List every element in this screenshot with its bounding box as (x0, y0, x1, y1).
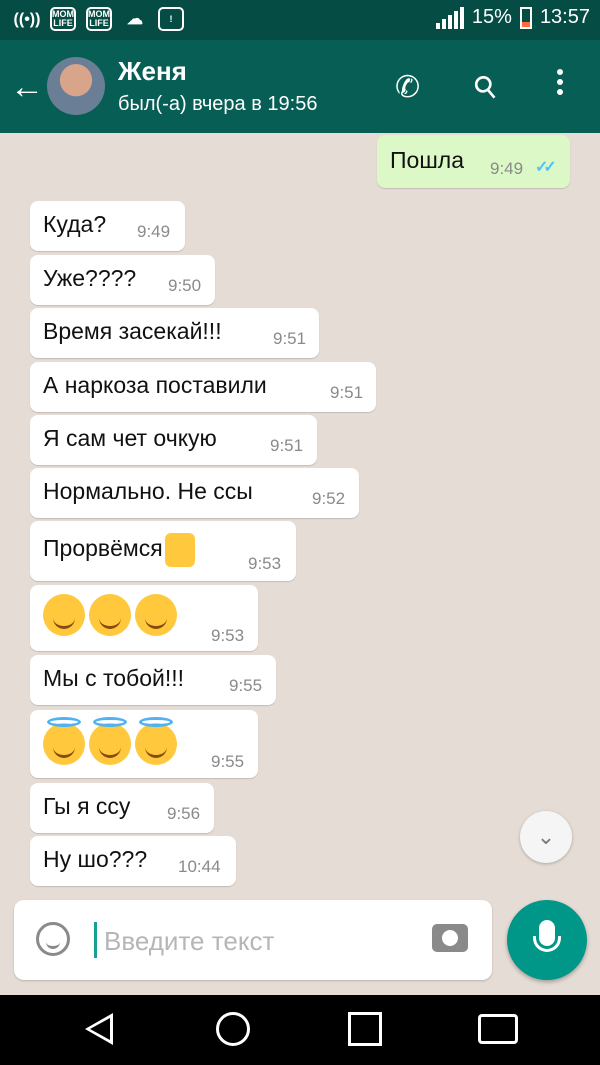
halo-smile-emoji-icon (43, 717, 85, 765)
message-time: 9:51 (270, 436, 304, 455)
read-ticks-icon: ✓✓ (535, 159, 557, 176)
halo-smile-emoji-icon (89, 717, 131, 765)
contact-name[interactable]: Женя (118, 56, 187, 87)
message-time: 10:44 (178, 857, 221, 876)
battery-icon (519, 6, 532, 29)
halo-smile-emoji-icon (135, 717, 177, 765)
tears-of-joy-emoji-icon (135, 594, 177, 636)
message-text: Гы я ссу (43, 793, 131, 819)
message-text: Уже???? (43, 265, 137, 291)
sim2-icon: MOM LIFE (86, 7, 112, 31)
message-bubble[interactable]: Я сам чет очкую 9:51 (30, 415, 317, 465)
message-text: Прорвёмся (43, 533, 195, 567)
back-arrow-icon[interactable]: ← (10, 70, 44, 104)
message-text: Нормально. Не ссы (43, 478, 253, 504)
message-time: 9:50 (168, 276, 202, 295)
more-options-icon[interactable] (555, 65, 565, 99)
tears-of-joy-emoji-icon (89, 594, 131, 636)
message-input[interactable] (102, 918, 426, 964)
camera-icon[interactable] (432, 924, 468, 952)
message-text: Куда? (43, 211, 107, 237)
message-bubble[interactable]: А наркоза поставили 9:51 (30, 362, 376, 412)
sim1-icon: MOM LIFE (50, 7, 76, 31)
nav-home-icon[interactable] (216, 1012, 250, 1046)
message-bubble[interactable]: 9:53 (30, 585, 258, 651)
message-bubble[interactable]: Время засекай!!! 9:51 (30, 308, 319, 358)
status-bar: ((•)) MOM LIFE MOM LIFE ☁ ! 15% 13:57 (0, 0, 600, 40)
microphone-icon (533, 920, 561, 952)
nav-switch-app-icon[interactable] (478, 1014, 518, 1044)
clock: 13:57 (539, 6, 590, 28)
double-chevron-down-icon: ⌄ (536, 824, 556, 849)
message-bubble[interactable]: Куда? 9:49 (30, 201, 185, 251)
message-text: Пошла (390, 147, 464, 173)
message-bubble[interactable]: Гы я ссу 9:56 (30, 783, 214, 833)
message-text: Я сам чет очкую (43, 425, 217, 451)
message-bubble-outgoing[interactable]: Пошла 9:49 ✓✓ (377, 135, 570, 188)
nav-back-icon[interactable] (85, 1013, 113, 1045)
message-bubble[interactable]: Мы с тобой!!! 9:55 (30, 655, 276, 705)
message-bubble[interactable]: Нормально. Не ссы 9:52 (30, 468, 359, 518)
message-time: 9:55 (229, 676, 263, 695)
message-time: 9:51 (273, 329, 307, 348)
tears-of-joy-emoji-icon (43, 594, 85, 636)
message-time: 9:53 (211, 626, 245, 645)
message-time: 9:49 (137, 222, 171, 241)
message-bubble[interactable]: Прорвёмся 9:53 (30, 521, 296, 581)
thumbs-up-emoji-icon (164, 533, 195, 567)
message-time: 9:51 (330, 383, 364, 402)
nav-recents-icon[interactable] (348, 1012, 382, 1046)
message-text: А наркоза поставили (43, 372, 267, 398)
phone-icon[interactable]: ✆ (395, 70, 420, 105)
message-text: Ну шо??? (43, 846, 148, 872)
message-composer (14, 900, 492, 980)
message-bubble[interactable]: Ну шо??? 10:44 (30, 836, 236, 886)
signal-icon (435, 6, 464, 29)
last-seen-status: был(-а) вчера в 19:56 (118, 93, 318, 115)
message-text: Время засекай!!! (43, 318, 222, 344)
message-time: 9:53 (248, 554, 282, 573)
message-time: 9:52 (312, 489, 346, 508)
chat-header: ← Женя был(-а) вчера в 19:56 ✆ ⚲ (0, 40, 600, 133)
battery-percent: 15% (471, 6, 512, 28)
message-time: 9:49 (490, 159, 524, 178)
message-time: 9:56 (167, 804, 201, 823)
message-time: 9:55 (211, 752, 245, 771)
voice-message-button[interactable] (507, 900, 587, 980)
text-cursor (94, 922, 97, 958)
system-nav-bar (0, 995, 600, 1065)
message-bubble[interactable]: 9:55 (30, 710, 258, 778)
scroll-to-bottom-button[interactable]: ⌄ (520, 811, 572, 863)
message-text-content: Прорвёмся (43, 535, 163, 562)
message-bubble[interactable]: Уже???? 9:50 (30, 255, 215, 305)
emoji-picker-icon[interactable] (36, 922, 70, 956)
notification-icon: ! (158, 7, 184, 31)
emoji-row (43, 594, 181, 636)
emoji-row (43, 717, 181, 765)
hotspot-icon: ((•)) (13, 10, 41, 28)
avatar[interactable] (47, 57, 105, 115)
cloud-icon: ☁ (127, 10, 143, 28)
message-text: Мы с тобой!!! (43, 665, 185, 691)
chat-area[interactable]: Пошла 9:49 ✓✓ Куда? 9:49 Уже???? 9:50 Вр… (0, 133, 600, 890)
paperclip-icon[interactable]: ⚲ (466, 67, 505, 108)
